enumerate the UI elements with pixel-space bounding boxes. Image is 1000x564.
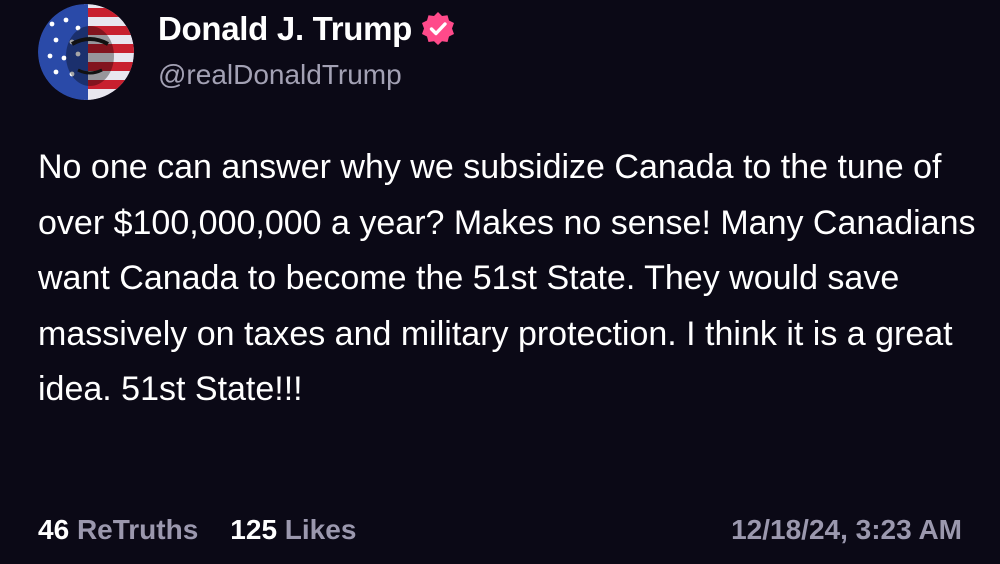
retruths-count: 46 bbox=[38, 514, 70, 545]
verified-badge-icon bbox=[420, 11, 456, 47]
post-text-content: No one can answer why we subsidize Canad… bbox=[38, 148, 976, 408]
retruths-stat[interactable]: 46 ReTruths bbox=[38, 514, 198, 546]
avatar[interactable] bbox=[38, 4, 134, 100]
post-timestamp: 12/18/24, 3:23 AM bbox=[731, 514, 962, 545]
post-text: No one can answer why we subsidize Canad… bbox=[38, 140, 978, 418]
author-name-text: Donald J. Trump bbox=[158, 10, 413, 47]
flag-portrait-avatar-icon bbox=[38, 4, 134, 100]
post-stats: 46 ReTruths 125 Likes bbox=[38, 514, 356, 546]
likes-stat[interactable]: 125 Likes bbox=[230, 514, 356, 546]
likes-count: 125 bbox=[230, 514, 278, 545]
author-handle[interactable]: @realDonaldTrump bbox=[158, 59, 402, 91]
post-footer: 46 ReTruths 125 Likes 12/18/24, 3:23 AM bbox=[38, 514, 962, 546]
author-name[interactable]: Donald J. Trump bbox=[158, 10, 456, 48]
retruths-label: ReTruths bbox=[76, 514, 199, 545]
likes-label: Likes bbox=[284, 514, 357, 545]
